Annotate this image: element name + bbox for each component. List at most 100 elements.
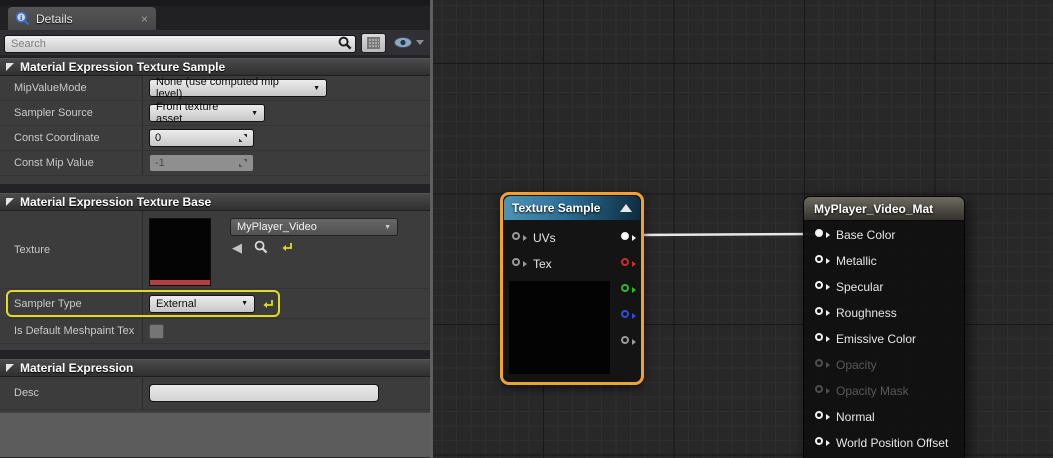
node-title: Texture Sample	[512, 201, 601, 215]
section-title: Material Expression Texture Base	[20, 195, 212, 209]
material-graph-canvas[interactable]: Texture Sample UVs Tex MyPlayer_Video_Ma…	[430, 0, 1053, 458]
output-pin-g[interactable]	[621, 284, 636, 293]
tab-bar: i Details ×	[0, 6, 430, 30]
collapse-arrow-icon	[6, 364, 14, 372]
input-pin-opacity-mask	[815, 385, 830, 394]
drag-value-icon	[239, 134, 247, 142]
material-editor-window: i Details × Search Material Expression T…	[0, 0, 1053, 458]
dropdown-value: From texture asset	[156, 101, 219, 125]
pin-label-tex: Tex	[533, 257, 552, 271]
tab-details[interactable]: i Details ×	[8, 7, 156, 30]
input-pin-normal[interactable]	[815, 411, 830, 420]
asset-name: MyPlayer_Video	[237, 221, 317, 233]
property-label: Texture	[0, 211, 143, 288]
dropdown-value: None (use computed mip level)	[156, 76, 279, 100]
spin-value: -1	[155, 157, 165, 169]
section-header[interactable]: Material Expression	[0, 359, 430, 377]
pin-label: Roughness	[836, 306, 897, 320]
chevron-down-icon	[416, 40, 424, 45]
chevron-down-icon: ▼	[313, 84, 320, 92]
property-label: Sampler Type	[0, 289, 143, 318]
output-pin-b[interactable]	[621, 310, 636, 319]
property-label: MipValueMode	[0, 76, 143, 100]
search-input[interactable]	[4, 34, 356, 53]
property-row-sampler-type: Sampler Type External ▼	[0, 289, 430, 319]
property-label: Sampler Source	[0, 101, 143, 125]
property-row-mipvaluemode: MipValueMode None (use computed mip leve…	[0, 76, 430, 101]
collapse-arrow-icon	[6, 198, 14, 206]
const-coordinate-input[interactable]: 0	[149, 129, 254, 147]
input-pin-emissive-color[interactable]	[815, 333, 830, 342]
reset-to-default-icon[interactable]	[280, 241, 293, 253]
chevron-down-icon: ▼	[241, 300, 248, 307]
texture-thumbnail[interactable]	[149, 218, 211, 286]
chevron-down-icon: ▼	[251, 109, 258, 117]
input-pin-metallic[interactable]	[815, 255, 830, 264]
node-texture-sample[interactable]: Texture Sample UVs Tex	[500, 192, 644, 385]
property-label: Desc	[0, 377, 143, 409]
node-material-result[interactable]: MyPlayer_Video_Mat Base Color Metallic S…	[803, 196, 965, 458]
pin-label: Metallic	[836, 254, 877, 268]
input-pin-base-color[interactable]	[815, 229, 830, 238]
output-pin-a[interactable]	[621, 336, 636, 345]
pin-label: Opacity	[836, 358, 877, 372]
pin-label: Emissive Color	[836, 332, 917, 346]
section-header[interactable]: Material Expression Texture Sample	[0, 58, 430, 76]
panel-empty-area	[0, 412, 430, 457]
sampler-type-dropdown[interactable]: External ▼	[149, 294, 255, 313]
node-texture-preview	[509, 281, 610, 374]
node-header[interactable]: Texture Sample	[504, 196, 640, 220]
grid-view-icon	[367, 36, 380, 49]
property-row-desc: Desc	[0, 377, 430, 410]
use-selected-asset-icon[interactable]: ◀	[232, 241, 242, 254]
collapse-up-icon[interactable]	[620, 204, 632, 212]
node-header[interactable]: MyPlayer_Video_Mat	[804, 197, 964, 221]
property-row-const-coordinate: Const Coordinate 0	[0, 126, 430, 151]
property-row-const-mip-value: Const Mip Value -1	[0, 151, 430, 176]
pin-label: Specular	[836, 280, 884, 294]
view-options-button[interactable]	[391, 36, 426, 49]
texture-asset-dropdown[interactable]: MyPlayer_Video ▼	[230, 218, 398, 236]
pin-label: Base Color	[836, 228, 896, 242]
input-pin-uvs[interactable]	[512, 232, 527, 241]
pin-label: Normal	[836, 410, 875, 424]
pin-label: World Position Offset	[836, 436, 949, 450]
texture-thumbnail-underline	[150, 280, 210, 285]
pin-label: Opacity Mask	[836, 384, 909, 398]
tab-label: Details	[36, 11, 73, 26]
reset-to-default-icon[interactable]	[261, 298, 274, 310]
svg-text:i: i	[20, 13, 22, 22]
section-material-expression: Material Expression Desc	[0, 359, 430, 412]
details-info-icon: i	[15, 11, 30, 26]
input-pin-specular[interactable]	[815, 281, 830, 290]
sampler-source-dropdown[interactable]: From texture asset ▼	[149, 101, 265, 125]
const-mip-value-input: -1	[149, 154, 254, 172]
chevron-down-icon: ▼	[384, 223, 391, 231]
output-pin-rgb[interactable]	[621, 232, 636, 241]
property-matrix-button[interactable]	[361, 32, 386, 53]
property-row-meshpaint: Is Default Meshpaint Tex	[0, 319, 430, 344]
property-row-sampler-source: Sampler Source From texture asset ▼	[0, 101, 430, 126]
property-row-texture: Texture MyPlayer_Video ▼ ◀	[0, 211, 430, 289]
section-header[interactable]: Material Expression Texture Base	[0, 193, 430, 211]
browse-to-asset-icon[interactable]	[254, 240, 268, 254]
meshpaint-checkbox[interactable]	[149, 323, 164, 339]
section-title: Material Expression	[20, 361, 134, 375]
input-pin-roughness[interactable]	[815, 307, 830, 316]
property-label: Const Mip Value	[0, 151, 143, 175]
eye-icon	[394, 37, 412, 48]
spin-value: 0	[155, 132, 162, 144]
input-pin-tex[interactable]	[512, 258, 527, 267]
mipvaluemode-dropdown[interactable]: None (use computed mip level) ▼	[149, 76, 327, 100]
desc-input[interactable]	[149, 384, 379, 402]
tab-close-icon[interactable]: ×	[141, 12, 148, 26]
wire-rgb-to-basecolor[interactable]	[624, 232, 821, 237]
section-texture-sample: Material Expression Texture Sample MipVa…	[0, 58, 430, 184]
input-pin-opacity	[815, 359, 830, 368]
drag-value-icon	[239, 159, 247, 167]
dropdown-value: External	[156, 297, 197, 310]
property-label: Is Default Meshpaint Tex	[0, 319, 143, 343]
input-pin-world-position-offset[interactable]	[815, 437, 830, 446]
search-icon	[338, 36, 352, 49]
output-pin-r[interactable]	[621, 258, 636, 267]
